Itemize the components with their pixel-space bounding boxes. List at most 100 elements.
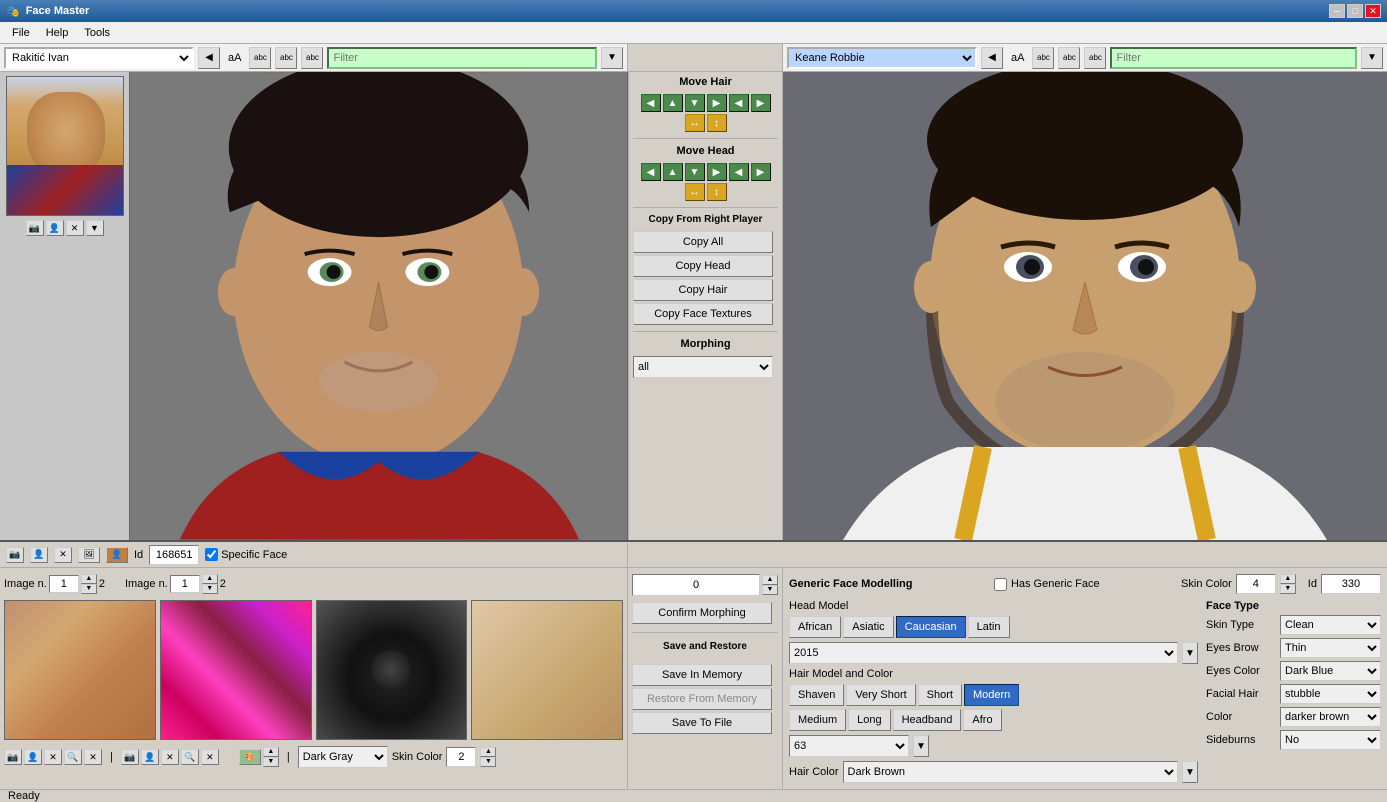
head-down-btn[interactable]: ▼	[685, 163, 705, 181]
head-latin-btn[interactable]: Latin	[968, 616, 1010, 638]
hair-afro-btn[interactable]: Afro	[963, 709, 1001, 731]
hair-short-btn[interactable]: Short	[918, 684, 962, 706]
face-thumb-4[interactable]	[471, 600, 623, 740]
color-select[interactable]: darker brown	[1280, 707, 1381, 727]
bottom-tool-4[interactable]: 🖼	[78, 547, 100, 563]
hair-up-btn[interactable]: ▲	[663, 94, 683, 112]
special-up[interactable]: ▲	[263, 747, 279, 757]
left-id-input[interactable]	[149, 545, 199, 565]
restore-memory-button[interactable]: Restore From Memory	[632, 688, 772, 710]
sc-down[interactable]: ▼	[1280, 584, 1296, 594]
special-down[interactable]: ▼	[263, 757, 279, 767]
face-thumb-1[interactable]	[4, 600, 156, 740]
right-abc2-btn[interactable]: abc	[1058, 47, 1080, 69]
head-left2-btn[interactable]: ◀	[729, 163, 749, 181]
image-n2-down[interactable]: ▼	[202, 584, 218, 594]
copy-head-button[interactable]: Copy Head	[633, 255, 773, 277]
img-tool-6[interactable]: 📷	[121, 749, 139, 765]
face-thumb-2[interactable]	[160, 600, 312, 740]
img-tool-5[interactable]: ✕	[84, 749, 102, 765]
img-tool-9[interactable]: 🔍	[181, 749, 199, 765]
save-file-button[interactable]: Save To File	[632, 712, 772, 734]
hair-left-btn[interactable]: ◀	[641, 94, 661, 112]
year-dropdown-btn[interactable]: ▼	[1182, 642, 1198, 664]
hair-right2-btn[interactable]: ▶	[751, 94, 771, 112]
right-player-nav-btn[interactable]: ◀	[981, 47, 1003, 69]
left-abc1-btn[interactable]: abc	[249, 47, 271, 69]
skin-color-up[interactable]: ▲	[480, 747, 496, 757]
img-tool-8[interactable]: ✕	[161, 749, 179, 765]
hair-color-dropdown[interactable]: ▼	[1182, 761, 1198, 783]
skin-color-right-input[interactable]	[1236, 574, 1276, 594]
sc-up[interactable]: ▲	[1280, 574, 1296, 584]
copy-hair-button[interactable]: Copy Hair	[633, 279, 773, 301]
facial-hair-select[interactable]: stubble	[1280, 684, 1381, 704]
left-player-nav-btn[interactable]: ◀	[198, 47, 220, 69]
head-left-btn[interactable]: ◀	[641, 163, 661, 181]
hair-down-btn[interactable]: ▼	[685, 94, 705, 112]
hair-vshort-btn[interactable]: Very Short	[846, 684, 915, 706]
morphing-down[interactable]: ▼	[762, 585, 778, 595]
copy-face-textures-button[interactable]: Copy Face Textures	[633, 303, 773, 325]
image-n1-up[interactable]: ▲	[81, 574, 97, 584]
img-tool-1[interactable]: 📷	[4, 749, 22, 765]
skin-color-input-bottom[interactable]	[446, 747, 476, 767]
head-right2-btn[interactable]: ▶	[751, 163, 771, 181]
right-id-input[interactable]	[1321, 574, 1381, 594]
save-memory-button[interactable]: Save In Memory	[632, 664, 772, 686]
sideburns-select[interactable]: No	[1280, 730, 1381, 750]
thumb-btn-1[interactable]: 📷	[26, 220, 44, 236]
hair-num-dropdown[interactable]: ▼	[913, 735, 929, 757]
head-up-btn[interactable]: ▲	[663, 163, 683, 181]
img-tool-2[interactable]: 👤	[24, 749, 42, 765]
has-generic-face-checkbox[interactable]	[994, 578, 1007, 591]
eyes-color-select[interactable]: Dark Blue	[1280, 661, 1381, 681]
right-filter-input[interactable]	[1110, 47, 1357, 69]
hair-long-btn[interactable]: Long	[848, 709, 890, 731]
bottom-tool-3[interactable]: ✕	[54, 547, 72, 563]
bottom-tool-1[interactable]: 📷	[6, 547, 24, 563]
image-n1-input[interactable]	[49, 575, 79, 593]
face-thumb-3[interactable]	[316, 600, 468, 740]
thumb-btn-expand[interactable]: ▼	[86, 220, 104, 236]
left-filter-input[interactable]	[327, 47, 597, 69]
left-abc2-btn[interactable]: abc	[275, 47, 297, 69]
hair-modern-btn[interactable]: Modern	[964, 684, 1019, 706]
menu-tools[interactable]: Tools	[76, 25, 118, 41]
hair-special1-btn[interactable]: ↔	[685, 114, 705, 132]
bottom-tool-2[interactable]: 👤	[30, 547, 48, 563]
specific-face-checkbox[interactable]	[205, 548, 218, 561]
head-african-btn[interactable]: African	[789, 616, 841, 638]
menu-file[interactable]: File	[4, 25, 38, 41]
head-asiatic-btn[interactable]: Asiatic	[843, 616, 893, 638]
hair-medium-btn[interactable]: Medium	[789, 709, 846, 731]
img-tool-3[interactable]: ✕	[44, 749, 62, 765]
image-n2-up[interactable]: ▲	[202, 574, 218, 584]
left-player-dropdown[interactable]: Rakitić Ivan	[4, 47, 194, 69]
bottom-tool-face[interactable]: 👤	[106, 547, 128, 563]
year-select[interactable]: 2015	[789, 642, 1178, 664]
img-tool-4[interactable]: 🔍	[64, 749, 82, 765]
img-tool-10[interactable]: ✕	[201, 749, 219, 765]
copy-all-button[interactable]: Copy All	[633, 231, 773, 253]
hair-right-btn[interactable]: ▶	[707, 94, 727, 112]
skin-color-down[interactable]: ▼	[480, 757, 496, 767]
hair-left2-btn[interactable]: ◀	[729, 94, 749, 112]
hair-color-number-select[interactable]: 63	[789, 735, 909, 757]
image-n2-input[interactable]	[170, 575, 200, 593]
hair-headband-btn[interactable]: Headband	[893, 709, 962, 731]
right-filter-arrow[interactable]: ▼	[1361, 47, 1383, 69]
head-caucasian-btn[interactable]: Caucasian	[896, 616, 966, 638]
skin-type-select[interactable]: Clean	[1280, 615, 1381, 635]
hair-color-name-select[interactable]: Dark Brown	[843, 761, 1178, 783]
image-n1-down[interactable]: ▼	[81, 584, 97, 594]
head-special1-btn[interactable]: ↔	[685, 183, 705, 201]
minimize-button[interactable]: ─	[1329, 4, 1345, 18]
morphing-value-input[interactable]	[632, 574, 760, 596]
maximize-button[interactable]: □	[1347, 4, 1363, 18]
right-player-dropdown[interactable]: Keane Robbie	[787, 47, 977, 69]
special-tool-1[interactable]: 🎨	[239, 749, 261, 765]
hair-special2-btn[interactable]: ↕	[707, 114, 727, 132]
thumb-btn-3[interactable]: ✕	[66, 220, 84, 236]
right-abc1-btn[interactable]: abc	[1032, 47, 1054, 69]
